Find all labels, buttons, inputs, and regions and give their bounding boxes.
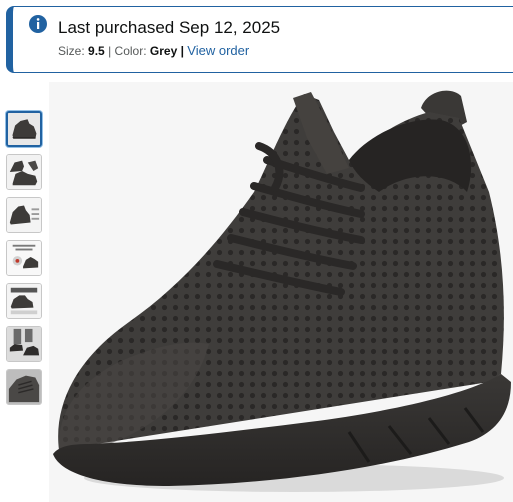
thumbnail-1[interactable]: [6, 111, 42, 147]
separator: |: [108, 44, 112, 58]
view-order-link[interactable]: View order: [187, 43, 249, 58]
shoe-lightweight-thumbnail: [7, 241, 41, 275]
shoe-lifestyle-thumbnail: [7, 327, 41, 361]
shoe-pair-thumbnail: [7, 155, 41, 189]
shoe-side-thumbnail: [8, 113, 40, 145]
thumbnail-5[interactable]: [6, 283, 42, 319]
purchase-details: Size: 9.5 | Color: Grey | View order: [58, 43, 249, 58]
thumbnail-7[interactable]: [6, 369, 42, 405]
info-icon: [29, 15, 47, 33]
thumbnail-6[interactable]: [6, 326, 42, 362]
separator: |: [180, 44, 184, 58]
last-purchased-title: Last purchased Sep 12, 2025: [58, 18, 281, 37]
thumbnail-4[interactable]: [6, 240, 42, 276]
shoe-features-thumbnail: [7, 198, 41, 232]
thumbnail-3[interactable]: [6, 197, 42, 233]
last-purchased-banner: [6, 6, 513, 73]
main-product-image[interactable]: [49, 82, 513, 502]
shoe-closeup-thumbnail: [7, 370, 41, 404]
size-label: Size:: [58, 44, 85, 58]
size-value: 9.5: [88, 44, 105, 58]
color-label: Color:: [114, 44, 147, 58]
color-value: Grey: [149, 44, 178, 58]
shoe-size-chart-thumbnail: [7, 284, 41, 318]
grey-knit-sneaker-image: [49, 82, 513, 502]
thumbnail-2[interactable]: [6, 154, 42, 190]
